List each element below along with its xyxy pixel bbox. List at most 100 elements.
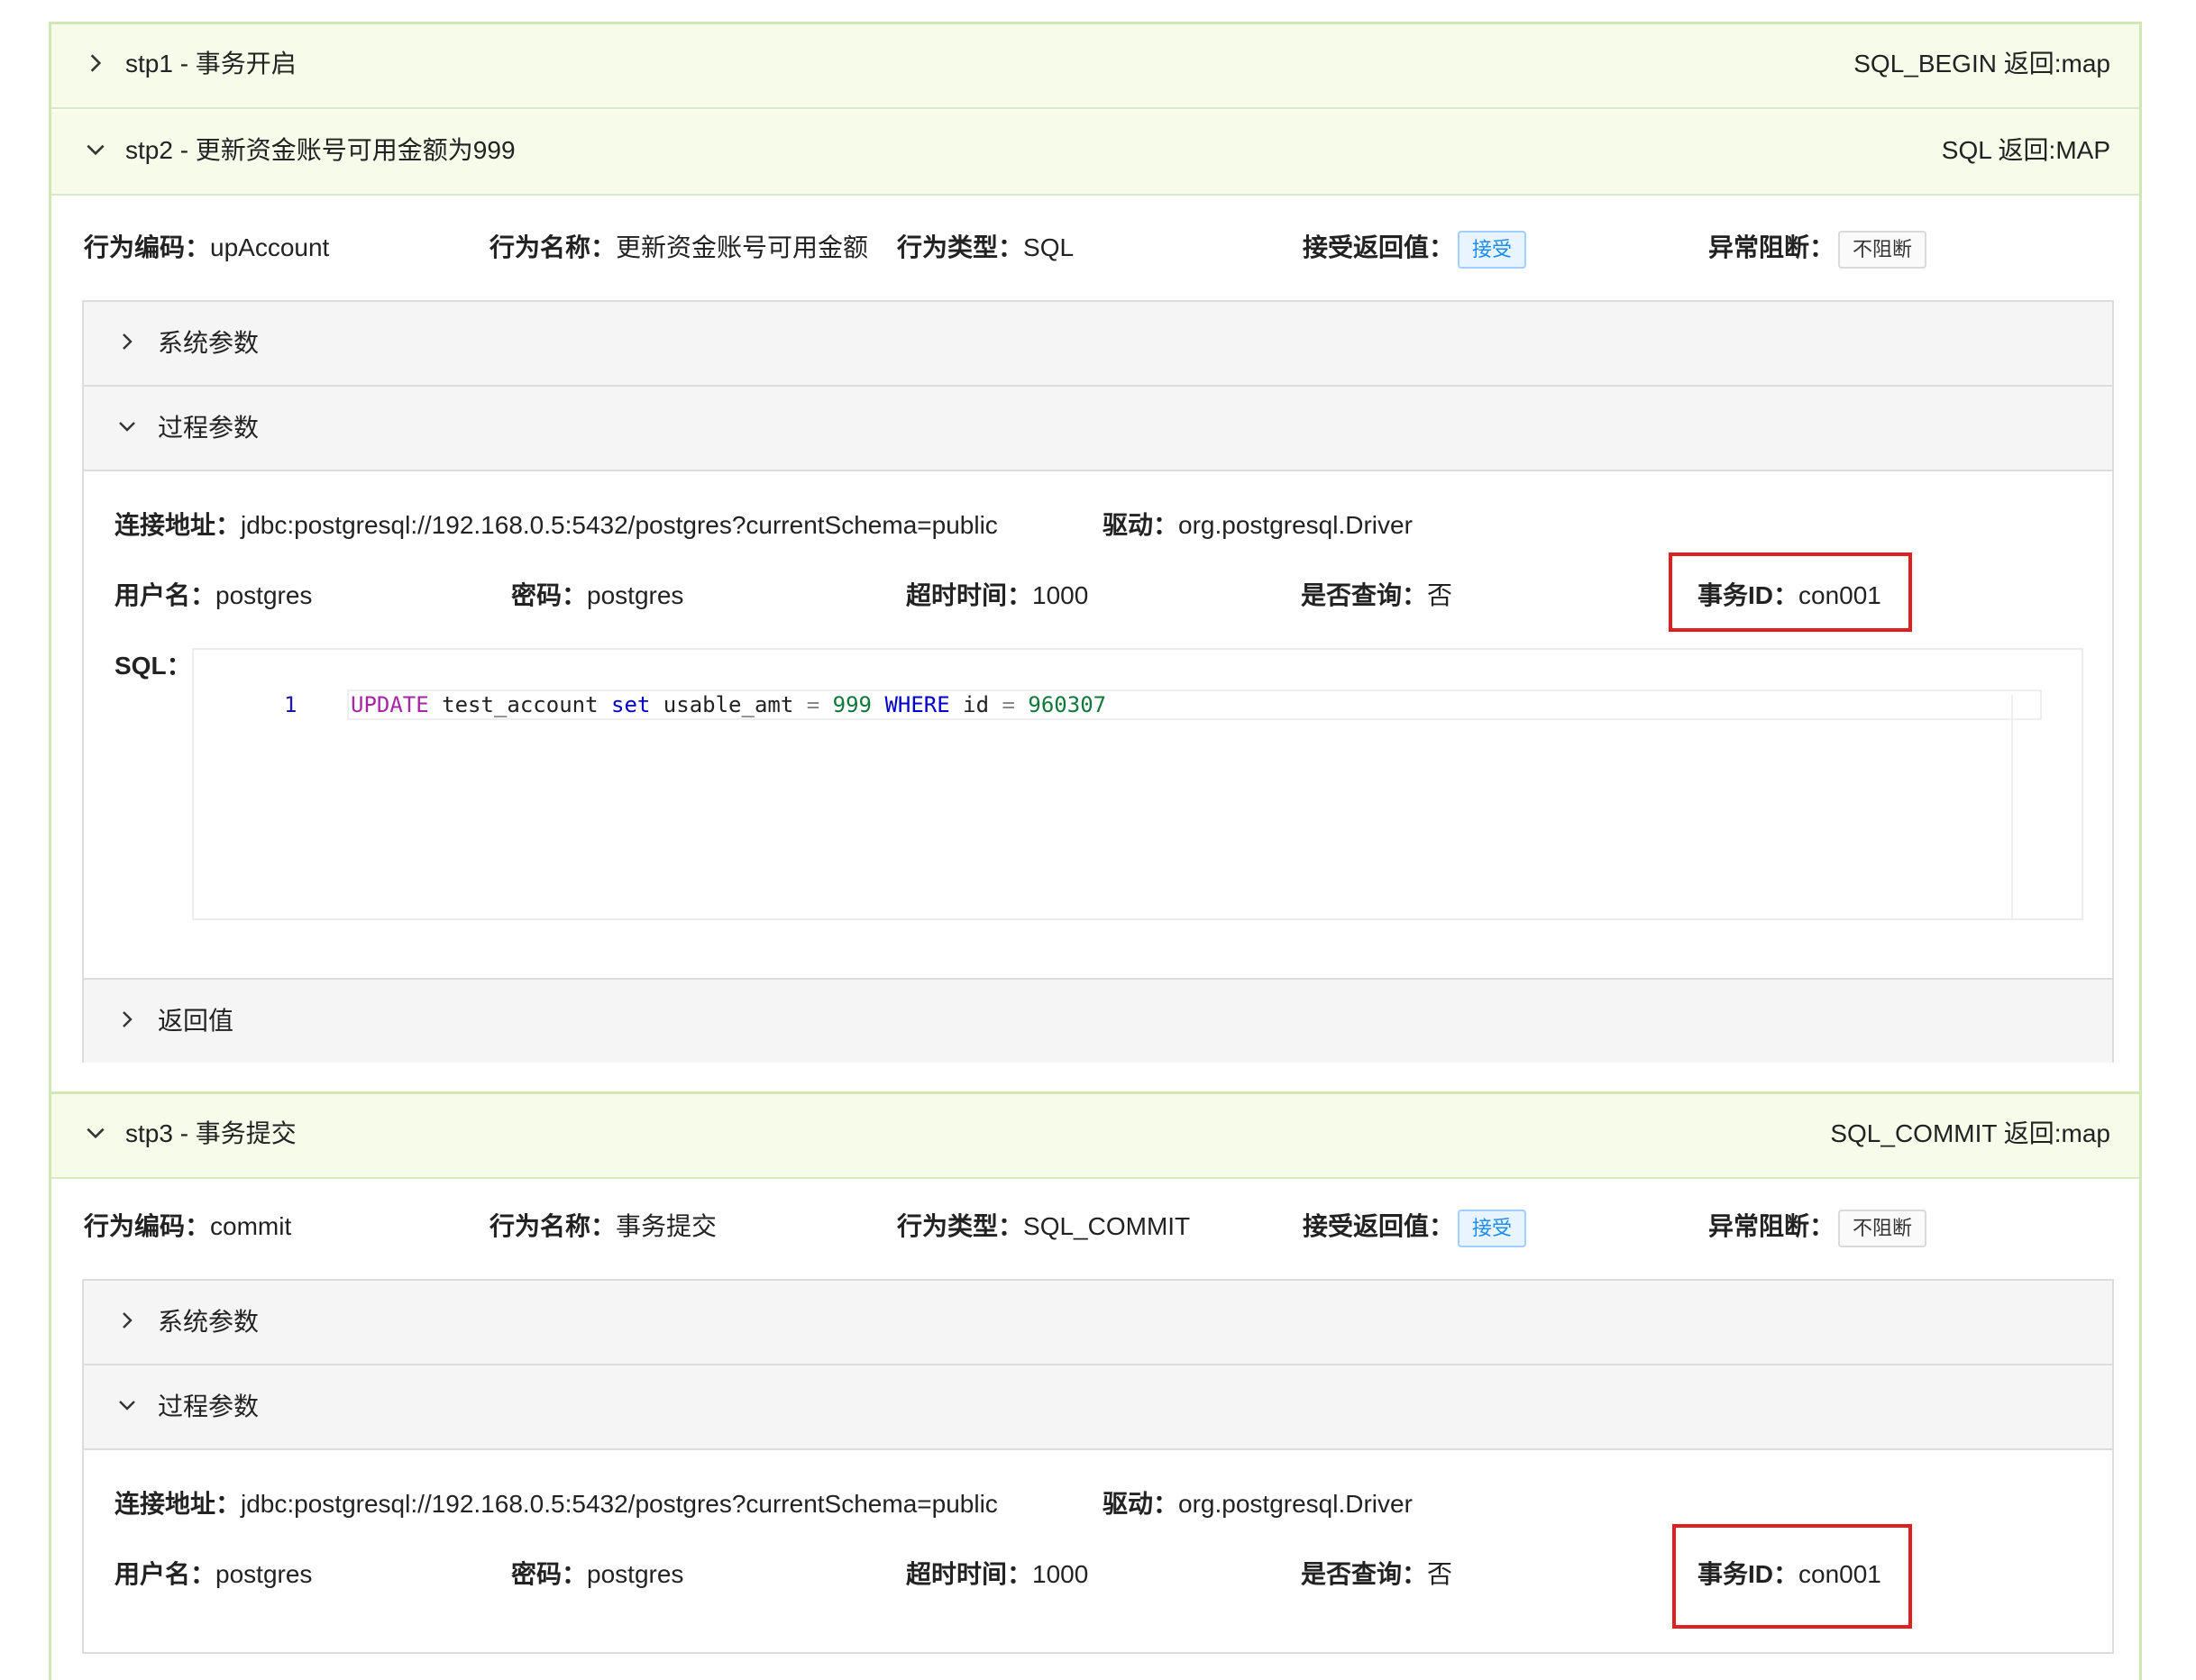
field-value: 1000: [1032, 1560, 1089, 1588]
field-value: postgres: [215, 1560, 313, 1588]
field-label: 密码：: [511, 1560, 588, 1588]
field-label: 驱动：: [1103, 511, 1179, 539]
field-value: org.postgresql.Driver: [1178, 1490, 1413, 1518]
is-query-field: 是否查询：否: [1301, 1557, 1452, 1593]
sql-keyword: UPDATE: [351, 692, 429, 717]
behavior-code-field: 行为编码：commit: [84, 1209, 291, 1245]
no-block-tag: 不阻断: [1838, 230, 1927, 269]
step-title: stp3 - 事务提交: [125, 1119, 297, 1147]
step-return-type: SQL_COMMIT 返回:map: [1830, 1119, 2110, 1147]
chevron-down-icon[interactable]: [116, 1394, 138, 1416]
step-title: stp2 - 更新资金账号可用金额为999: [125, 136, 516, 164]
field-label: SQL：: [114, 652, 192, 680]
field-value: jdbc:postgresql://192.168.0.5:5432/postg…: [241, 1490, 998, 1518]
driver-field: 驱动：org.postgresql.Driver: [1103, 507, 1413, 543]
field-label: 是否查询：: [1301, 581, 1428, 609]
accept-return-field: 接受返回值： 接受: [1303, 1209, 1527, 1247]
accept-return-field: 接受返回值： 接受: [1303, 230, 1527, 269]
field-value: org.postgresql.Driver: [1178, 511, 1413, 539]
field-label: 连接地址：: [114, 1490, 242, 1518]
field-value: SQL: [1023, 233, 1075, 261]
field-value: upAccount: [210, 233, 330, 261]
field-value: 更新资金账号可用金额: [616, 233, 869, 261]
chevron-right-icon[interactable]: [84, 51, 107, 75]
line-number: 1: [284, 692, 297, 717]
field-label: 连接地址：: [114, 511, 242, 539]
behavior-name-field: 行为名称：事务提交: [490, 1209, 717, 1245]
field-value: SQL_COMMIT: [1023, 1212, 1191, 1240]
step-header-stp3[interactable]: stp3 - 事务提交 SQL_COMMIT 返回:map: [51, 1094, 2139, 1179]
step-params-panel: 系统参数 过程参数 连接地址：jdbc:postgresql://192.168…: [82, 1279, 2114, 1654]
sql-number: 999: [819, 692, 885, 717]
password-field: 密码：postgres: [511, 1557, 683, 1593]
editor-scrollbar-track: [2011, 695, 2013, 920]
step-header-stp1[interactable]: stp1 - 事务开启 SQL_BEGIN 返回:map: [51, 24, 2139, 109]
section-title: 过程参数: [158, 414, 260, 442]
accept-tag: 接受: [1458, 1209, 1527, 1247]
exception-block-field: 异常阻断： 不阻断: [1708, 1209, 1927, 1247]
driver-field: 驱动：org.postgresql.Driver: [1103, 1486, 1413, 1522]
timeout-field: 超时时间：1000: [906, 578, 1088, 614]
chevron-right-icon[interactable]: [116, 331, 138, 352]
section-title: 返回值: [158, 1007, 234, 1035]
sql-operator: =: [1002, 692, 1015, 717]
system-params-header[interactable]: 系统参数: [84, 1281, 2112, 1365]
process-params-header[interactable]: 过程参数: [84, 387, 2112, 471]
step-return-type: SQL_BEGIN 返回:map: [1853, 50, 2110, 78]
accept-tag: 接受: [1458, 230, 1527, 269]
sql-identifier: test_account: [428, 692, 611, 717]
sql-keyword: WHERE: [884, 692, 950, 717]
chevron-down-icon[interactable]: [84, 138, 107, 161]
sql-code[interactable]: UPDATE test_account set usable_amt = 999…: [351, 689, 1106, 720]
chevron-right-icon[interactable]: [116, 1009, 138, 1030]
section-title: 过程参数: [158, 1392, 260, 1420]
connection-url-field: 连接地址：jdbc:postgresql://192.168.0.5:5432/…: [114, 507, 998, 543]
sql-operator: =: [806, 692, 820, 717]
field-value: postgres: [587, 581, 684, 609]
step-return-type: SQL 返回:MAP: [1941, 136, 2110, 164]
step-title: stp1 - 事务开启: [125, 50, 297, 78]
field-label: 用户名：: [114, 1560, 216, 1588]
password-field: 密码：postgres: [511, 578, 683, 614]
username-field: 用户名：postgres: [114, 578, 312, 614]
field-label: 超时时间：: [906, 1560, 1033, 1588]
field-label: 驱动：: [1103, 1490, 1179, 1518]
field-value: 1000: [1032, 581, 1089, 609]
field-value: jdbc:postgresql://192.168.0.5:5432/postg…: [241, 511, 998, 539]
field-label: 异常阻断：: [1708, 233, 1835, 261]
field-value: 否: [1427, 1560, 1453, 1588]
transaction-id-highlight: [1672, 1524, 1912, 1629]
section-title: 系统参数: [158, 329, 260, 357]
sql-keyword: set: [611, 692, 651, 717]
no-block-tag: 不阻断: [1838, 1209, 1927, 1247]
step-header-stp2[interactable]: stp2 - 更新资金账号可用金额为999 SQL 返回:MAP: [51, 111, 2139, 196]
exception-block-field: 异常阻断： 不阻断: [1708, 230, 1927, 269]
field-label: 超时时间：: [906, 581, 1033, 609]
field-label: 行为类型：: [897, 1212, 1024, 1240]
chevron-down-icon[interactable]: [84, 1121, 107, 1145]
is-query-field: 是否查询：否: [1301, 578, 1452, 614]
chevron-right-icon[interactable]: [116, 1310, 138, 1331]
behavior-type-field: 行为类型：SQL_COMMIT: [897, 1209, 1190, 1245]
chevron-down-icon[interactable]: [116, 415, 138, 437]
process-params-header[interactable]: 过程参数: [84, 1365, 2112, 1450]
username-field: 用户名：postgres: [114, 1557, 312, 1593]
section-title: 系统参数: [158, 1308, 260, 1336]
behavior-type-field: 行为类型：SQL: [897, 230, 1074, 266]
field-label: 行为编码：: [84, 233, 211, 261]
sql-editor[interactable]: 1 UPDATE test_account set usable_amt = 9…: [192, 648, 2083, 920]
step-info-row: 行为编码：upAccount 行为名称：更新资金账号可用金额 行为类型：SQL …: [51, 221, 2139, 275]
sql-label: SQL：: [114, 648, 192, 684]
sql-identifier: id: [949, 692, 1002, 717]
field-label: 行为编码：: [84, 1212, 211, 1240]
field-label: 接受返回值：: [1303, 233, 1455, 261]
connection-url-field: 连接地址：jdbc:postgresql://192.168.0.5:5432/…: [114, 1486, 998, 1522]
flow-steps-card: stp1 - 事务开启 SQL_BEGIN 返回:map stp2 - 更新资金…: [49, 22, 2142, 1680]
field-label: 是否查询：: [1301, 1560, 1428, 1588]
system-params-header[interactable]: 系统参数: [84, 302, 2112, 387]
field-value: postgres: [587, 1560, 684, 1588]
return-value-header[interactable]: 返回值: [84, 978, 2112, 1063]
field-label: 异常阻断：: [1708, 1212, 1835, 1240]
field-label: 行为名称：: [490, 233, 617, 261]
field-label: 行为名称：: [490, 1212, 617, 1240]
